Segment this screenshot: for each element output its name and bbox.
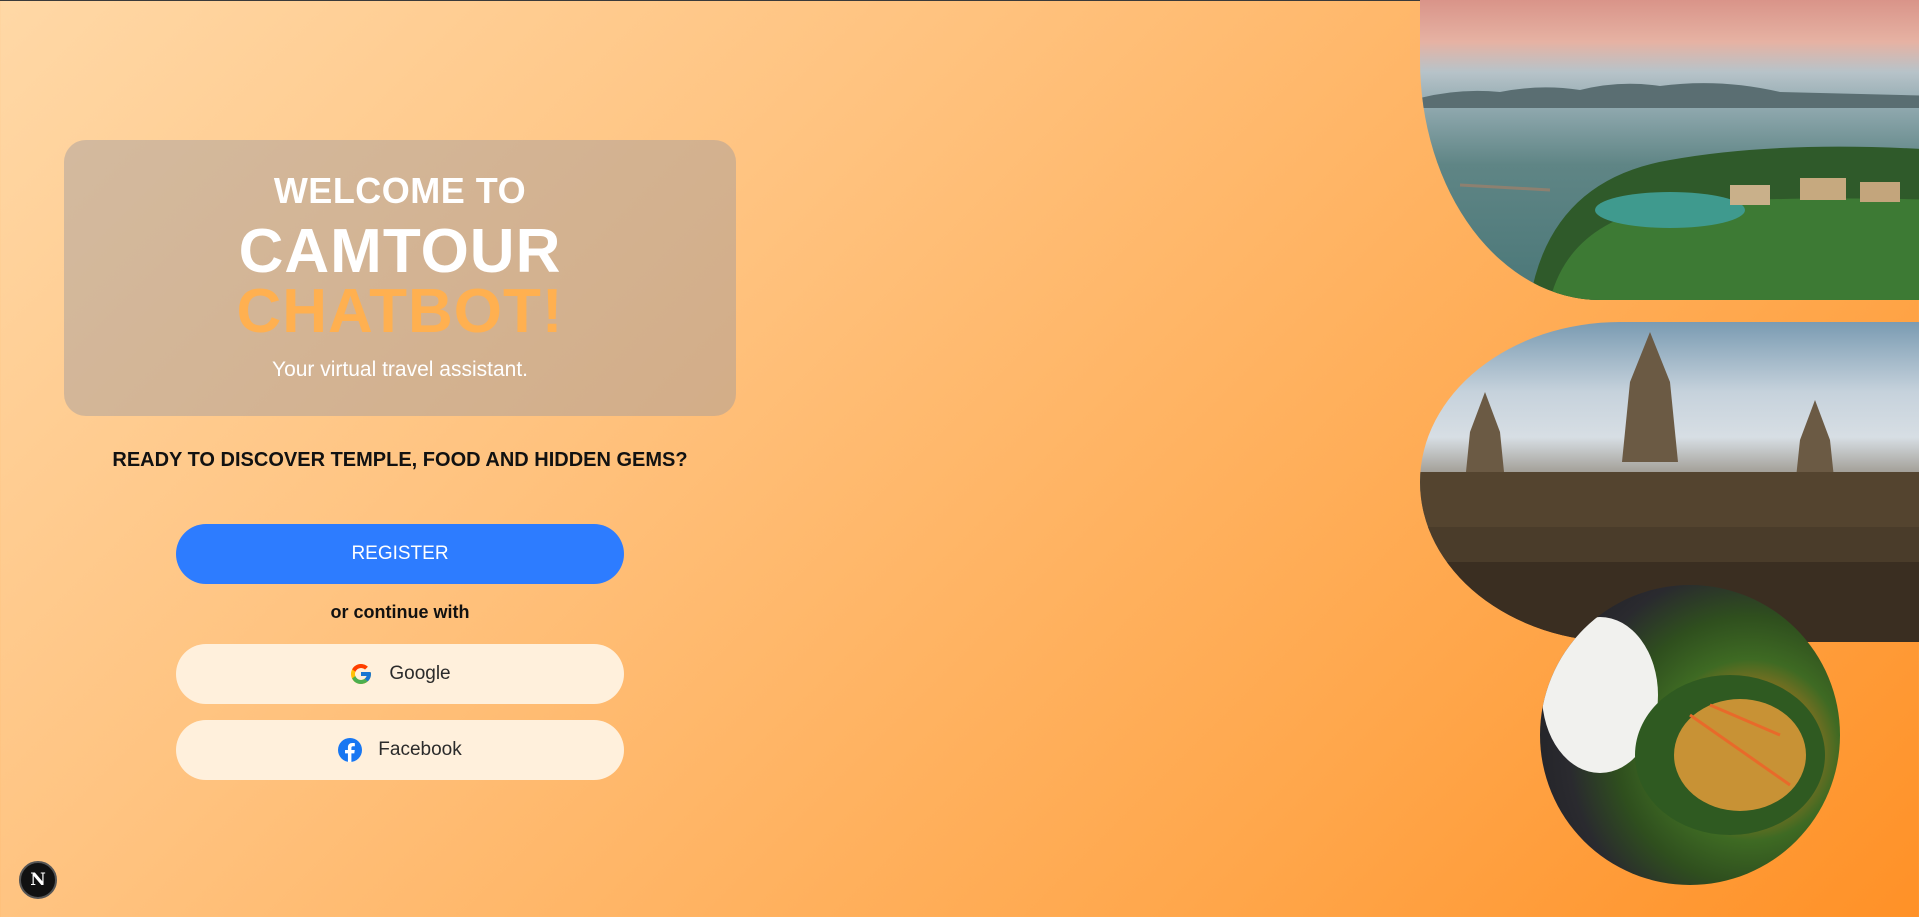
discover-prompt: READY TO DISCOVER TEMPLE, FOOD AND HIDDE…: [112, 449, 688, 471]
google-label: Google: [389, 663, 451, 684]
register-button[interactable]: REGISTER: [176, 524, 624, 584]
welcome-card: WELCOME TO CAMTOUR CHATBOT! Your virtual…: [64, 140, 736, 416]
brand-title-accent: CHATBOT!: [236, 277, 564, 346]
amok-food-photo: [1540, 585, 1840, 885]
next-logo: N: [30, 870, 46, 890]
facebook-icon: [338, 738, 363, 762]
facebook-label: Facebook: [378, 739, 462, 760]
next-logo-badge[interactable]: N: [19, 861, 57, 899]
facebook-signin-button[interactable]: Facebook: [176, 720, 624, 780]
welcome-heading: WELCOME TO: [273, 170, 527, 211]
google-icon: [349, 662, 373, 686]
or-continue-text: or continue with: [330, 602, 470, 622]
tagline: Your virtual travel assistant.: [271, 358, 528, 381]
register-label: REGISTER: [351, 543, 449, 564]
google-signin-button[interactable]: Google: [176, 644, 624, 704]
resort-island-photo: [1420, 0, 1919, 300]
